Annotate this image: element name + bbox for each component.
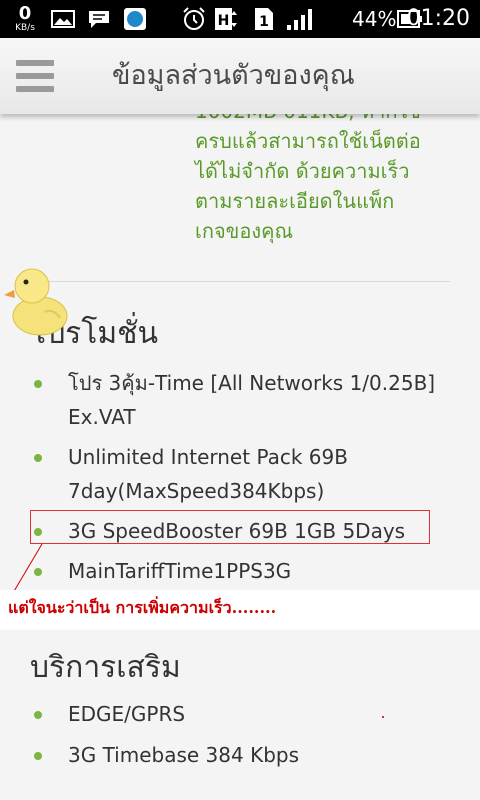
network-speed-indicator: 0 KB/s <box>8 0 42 38</box>
service-item: EDGE/GPRS <box>30 697 460 731</box>
annotation-note: แต่ใจนะว่าเป็น การเพิ่มความเร็ว........ <box>8 598 277 617</box>
service-item: 3G Timebase 384 Kbps <box>30 738 460 772</box>
network-speed-unit: KB/s <box>15 23 35 33</box>
bullet-icon <box>34 454 42 462</box>
promotion-item-label: MainTariffTime1PPS3G <box>68 559 292 583</box>
promotion-item-label: Unlimited Internet Pack 69B 7day(MaxSpee… <box>68 445 348 503</box>
package-description-line: 1002MB 011KB, หากใช้ <box>195 114 475 126</box>
signal-strength-icon <box>284 0 314 38</box>
package-description-line: ครบแล้วสามารถใช้เน็ตต่อ <box>195 129 421 153</box>
package-description-line: ตามรายละเอียดในแพ็ก <box>195 189 395 213</box>
sim-card-icon: 1 <box>252 0 276 38</box>
app-bar: ข้อมูลส่วนตัวของคุณ <box>0 38 480 114</box>
profile-content[interactable]: 1002MB 011KB, หากใช้ ครบแล้วสามารถใช้เน็… <box>0 114 480 800</box>
svg-text:1: 1 <box>259 14 269 30</box>
highlight-box <box>30 510 430 544</box>
menu-icon[interactable] <box>14 56 56 96</box>
bullet-icon <box>34 711 42 719</box>
promotion-item-label: โปร 3คุ้ม-Time [All Networks 1/0.25B] Ex… <box>68 371 436 429</box>
service-item-label: EDGE/GPRS <box>68 702 186 726</box>
promotions-list: โปร 3คุ้ม-Time [All Networks 1/0.25B] Ex… <box>30 366 460 594</box>
status-bar: 0 KB/s H 1 44% 01:20 <box>0 0 480 38</box>
alarm-icon <box>180 0 208 38</box>
clock: 01:20 <box>406 6 470 31</box>
package-description: 1002MB 011KB, หากใช้ ครบแล้วสามารถใช้เน็… <box>195 114 475 246</box>
message-icon <box>86 0 112 38</box>
services-list: EDGE/GPRS 3G Timebase 384 Kbps <box>30 697 460 779</box>
bullet-icon <box>34 568 42 576</box>
svg-text:H: H <box>218 13 230 29</box>
package-description-line: ได้ไม่จำกัด ด้วยความเร็ว <box>195 159 410 183</box>
promotion-item: MainTariffTime1PPS3G <box>30 554 460 588</box>
service-item-label: 3G Timebase 384 Kbps <box>68 743 300 767</box>
bullet-icon <box>34 380 42 388</box>
package-description-line: เกจของคุณ <box>195 219 294 243</box>
gallery-icon <box>50 0 76 38</box>
hspa-network-icon: H <box>214 0 240 38</box>
stray-mark <box>382 716 384 718</box>
promotion-item: โปร 3คุ้ม-Time [All Networks 1/0.25B] Ex… <box>30 366 460 434</box>
page-title: ข้อมูลส่วนตัวของคุณ <box>112 60 355 91</box>
promotion-item: Unlimited Internet Pack 69B 7day(MaxSpee… <box>30 440 460 508</box>
services-heading: บริการเสริม <box>30 650 181 685</box>
battery-percentage: 44% <box>352 7 397 31</box>
section-divider <box>30 281 450 282</box>
app-notification-icon <box>122 0 148 38</box>
duck-sticker-icon <box>4 268 68 336</box>
bullet-icon <box>34 752 42 760</box>
network-speed-value: 0 <box>18 3 32 24</box>
